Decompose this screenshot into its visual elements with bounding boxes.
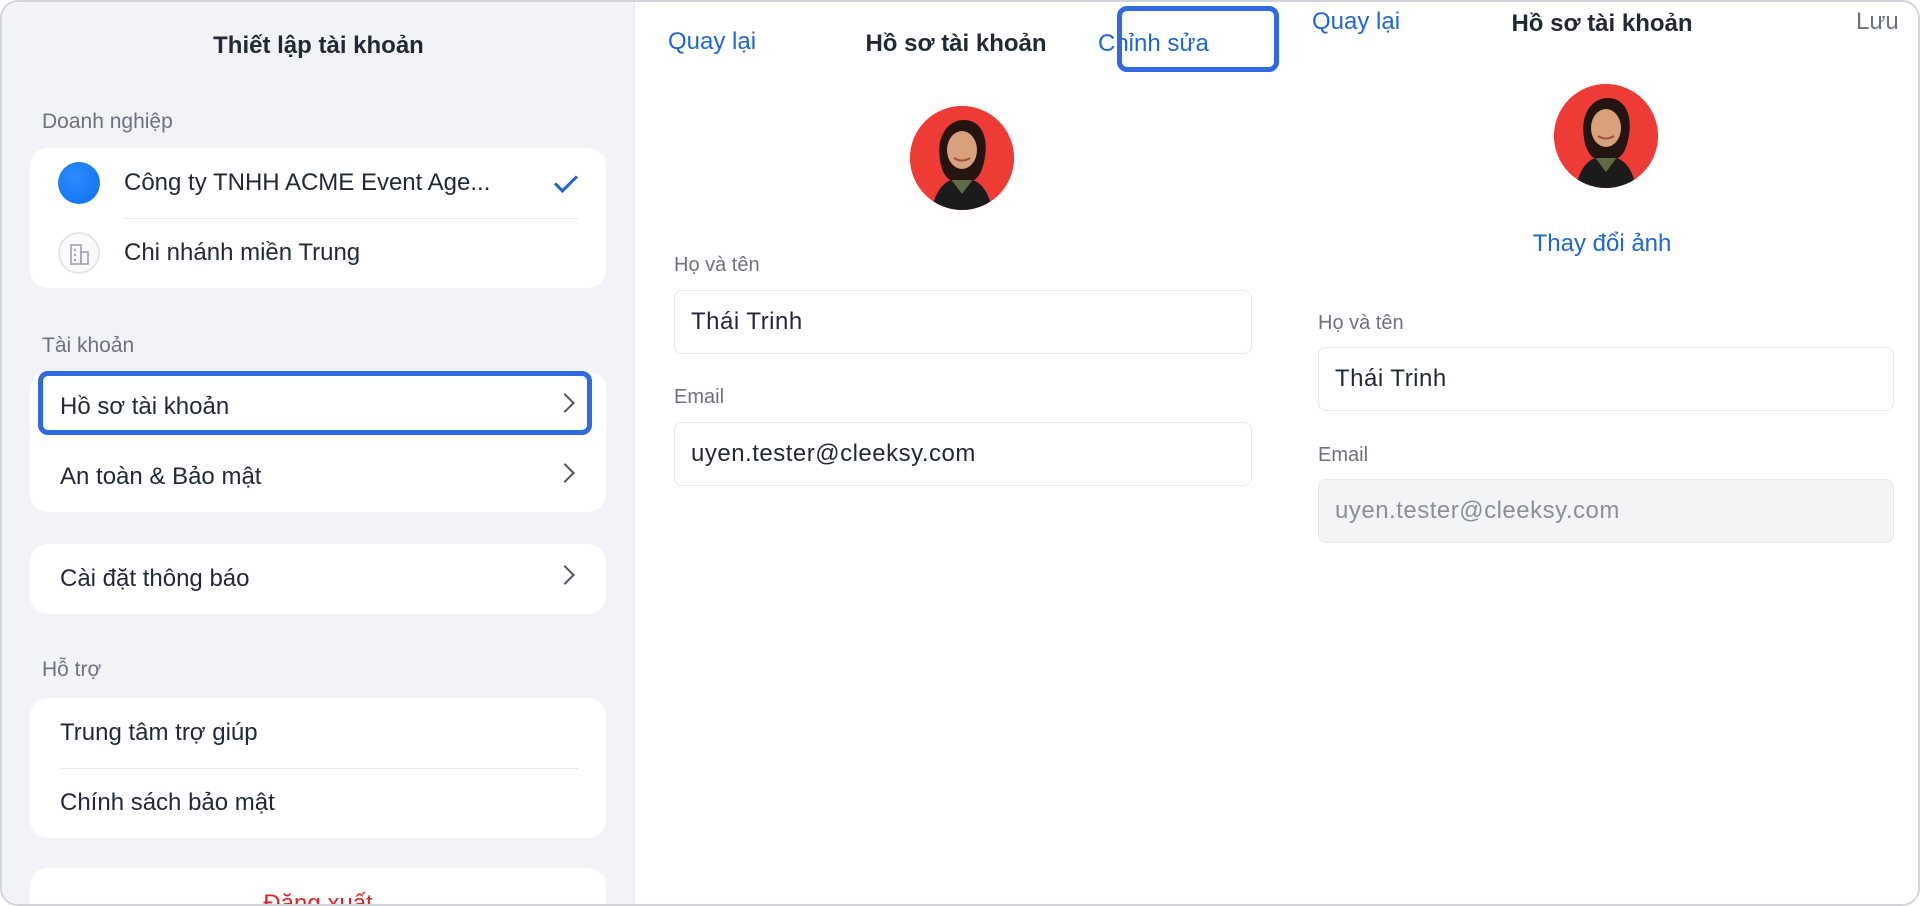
menu-item-label: Cài đặt thông báo: [60, 565, 250, 592]
account-section-label: Tài khoản: [42, 334, 135, 357]
menu-item-notifications[interactable]: Cài đặt thông báo: [30, 544, 606, 614]
business-section-label: Doanh nghiệp: [42, 110, 173, 133]
business-item-label: Chi nhánh miền Trung: [124, 239, 361, 266]
menu-item-label: Trung tâm trợ giúp: [60, 719, 258, 746]
notification-card: Cài đặt thông báo: [30, 544, 606, 614]
email-field-label: Email: [1318, 444, 1369, 466]
profile-view-panel: Quay lại Hồ sơ tài khoản Chỉnh sửa Họ và…: [636, 2, 1280, 904]
back-button[interactable]: Quay lại: [668, 28, 756, 56]
support-card: Trung tâm trợ giúp Chính sách bảo mật: [30, 698, 606, 838]
email-input: uyen.tester@cleeksy.com: [1318, 479, 1894, 543]
chevron-right-icon: [555, 565, 575, 585]
building-icon: [58, 232, 100, 274]
back-button[interactable]: Quay lại: [1312, 8, 1400, 36]
email-field-label: Email: [674, 386, 725, 408]
name-field: Thái Trinh: [674, 290, 1252, 354]
save-button[interactable]: Lưu: [1856, 8, 1899, 36]
menu-item-label: An toàn & Bảo mật: [60, 463, 262, 490]
chevron-right-icon: [555, 393, 575, 413]
name-input[interactable]: Thái Trinh: [1318, 347, 1894, 411]
menu-item-profile[interactable]: Hồ sơ tài khoản: [30, 372, 606, 442]
business-item-label: Công ty TNHH ACME Event Age...: [124, 169, 491, 196]
avatar: [910, 106, 1014, 210]
email-field: uyen.tester@cleeksy.com: [674, 422, 1252, 486]
business-item-company[interactable]: Công ty TNHH ACME Event Age...: [30, 148, 606, 218]
logout-button[interactable]: Đăng xuất: [30, 890, 606, 904]
settings-panel: Thiết lập tài khoản Doanh nghiệp Công ty…: [2, 2, 635, 904]
chevron-right-icon: [555, 463, 575, 483]
menu-item-label: Chính sách bảo mật: [60, 789, 275, 816]
settings-title: Thiết lập tài khoản: [213, 32, 424, 59]
change-photo-button[interactable]: Thay đổi ảnh: [1440, 230, 1764, 258]
avatar[interactable]: [1554, 84, 1658, 188]
menu-item-help-center[interactable]: Trung tâm trợ giúp: [30, 698, 606, 768]
edit-button[interactable]: Chỉnh sửa: [1098, 30, 1209, 58]
logout-card: Đăng xuất: [30, 868, 606, 904]
business-card: Công ty TNHH ACME Event Age... Chi nhánh…: [30, 148, 606, 288]
app-window: Thiết lập tài khoản Doanh nghiệp Công ty…: [0, 0, 1920, 906]
account-card: Hồ sơ tài khoản An toàn & Bảo mật: [30, 372, 606, 512]
profile-edit-title: Hồ sơ tài khoản: [1511, 10, 1693, 37]
profile-edit-panel: Quay lại Hồ sơ tài khoản Lưu Thay đổi ản…: [1280, 2, 1918, 904]
business-item-branch[interactable]: Chi nhánh miền Trung: [30, 218, 606, 288]
name-field-label: Họ và tên: [1318, 312, 1404, 334]
company-logo-icon: [58, 162, 100, 204]
checkmark-icon: [553, 168, 579, 194]
menu-item-security[interactable]: An toàn & Bảo mật: [30, 442, 606, 512]
profile-view-title: Hồ sơ tài khoản: [865, 30, 1047, 57]
menu-item-label: Hồ sơ tài khoản: [60, 393, 230, 420]
name-field-label: Họ và tên: [674, 254, 760, 276]
menu-item-privacy-policy[interactable]: Chính sách bảo mật: [30, 768, 606, 838]
support-section-label: Hỗ trợ: [42, 658, 102, 681]
